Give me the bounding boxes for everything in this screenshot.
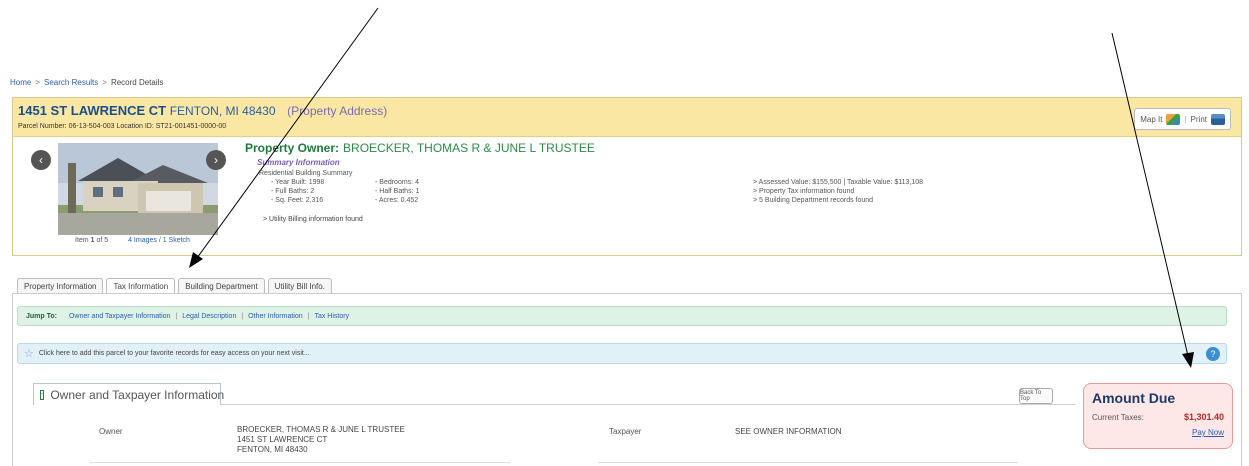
breadcrumb: Home > Search Results > Record Details (10, 78, 163, 87)
star-icon[interactable]: ☆ (24, 347, 34, 360)
print-link[interactable]: Print (1191, 115, 1207, 124)
item-suffix: of 5 (96, 237, 109, 244)
breadcrumb-search-results[interactable]: Search Results (44, 78, 98, 87)
favorite-text[interactable]: Click here to add this parcel to your fa… (39, 350, 310, 357)
map-it-link[interactable]: Map It (1140, 115, 1162, 124)
sq-feet: - Sq. Feet: 2,316 (271, 197, 324, 204)
taxpayer-value: SEE OWNER INFORMATION (735, 427, 842, 436)
record-header: 1451 ST LAWRENCE CT FENTON, MI 48430 (Pr… (13, 98, 1241, 137)
jump-tax-history[interactable]: Tax History (314, 313, 349, 320)
full-baths: - Full Baths: 2 (271, 188, 315, 195)
photo-counter: Item 1 of 5 4 Images / 1 Sketch (75, 237, 190, 244)
section-divider (221, 404, 1076, 405)
row-divider (598, 462, 1018, 463)
map-icon[interactable] (1166, 113, 1181, 125)
owner-name: BROECKER, THOMAS R & JUNE L TRUSTEE (343, 141, 595, 155)
parcel-number: Parcel Number: 06-13-504-003 Location ID… (18, 123, 227, 130)
help-icon[interactable]: ? (1206, 347, 1220, 361)
owner-line: 1451 ST LAWRENCE CT (237, 435, 328, 444)
chevron-left-icon[interactable]: ‹ (31, 150, 51, 170)
assessed-value-link[interactable]: > Assessed Value: $155,500 | Taxable Val… (753, 179, 923, 186)
printer-icon[interactable] (1211, 113, 1225, 125)
jump-legal-description[interactable]: Legal Description (182, 313, 236, 320)
pay-now-link[interactable]: Pay Now (1192, 428, 1224, 437)
owner-label: Owner (99, 427, 123, 436)
map-print-toolbar: Map It | Print (1134, 108, 1231, 130)
item-number: 1 (90, 237, 95, 244)
breadcrumb-home[interactable]: Home (10, 78, 31, 87)
summary-heading: Summary Information (257, 158, 340, 167)
jump-to-bar: Jump To: Owner and Taxpayer Information … (17, 306, 1227, 326)
acres: - Acres: 0.452 (375, 197, 419, 204)
jump-other-information[interactable]: Other Information (248, 313, 302, 320)
owner-label: Property Owner: (245, 141, 340, 155)
building-summary: Residential Building Summary (259, 170, 353, 177)
half-baths: - Half Baths: 1 (375, 188, 420, 195)
record-details-panel: 1451 ST LAWRENCE CT FENTON, MI 48430 (Pr… (12, 97, 1242, 256)
address-note: (Property Address) (287, 104, 388, 118)
breadcrumb-current: Record Details (110, 78, 164, 87)
property-address: 1451 ST LAWRENCE CT FENTON, MI 48430 (Pr… (18, 103, 387, 118)
jump-owner-taxpayer[interactable]: Owner and Taxpayer Information (69, 313, 170, 320)
chevron-right-icon[interactable]: › (206, 150, 226, 170)
section-owner-taxpayer-header[interactable]: - Owner and Taxpayer Information (33, 383, 225, 405)
tax-info-link[interactable]: > Property Tax information found (753, 188, 854, 195)
owner-line: BROECKER, THOMAS R & JUNE L TRUSTEE (237, 425, 405, 434)
taxpayer-label: Taxpayer (609, 427, 642, 436)
jump-separator: | (241, 312, 244, 320)
breadcrumb-separator: > (35, 78, 41, 87)
address-city: FENTON, MI 48430 (169, 104, 276, 118)
jump-label: Jump To: (26, 312, 57, 320)
property-photo[interactable] (58, 143, 218, 235)
property-owner: Property Owner: BROECKER, THOMAS R & JUNE… (245, 141, 595, 155)
current-taxes-value: $1,301.40 (1183, 412, 1224, 422)
utility-billing-link[interactable]: > Utility Billing information found (263, 216, 363, 223)
current-taxes-label: Current Taxes: (1092, 413, 1144, 422)
collapse-toggle-icon[interactable]: - (40, 389, 45, 400)
item-prefix: Item (75, 237, 89, 244)
owner-value: BROECKER, THOMAS R & JUNE L TRUSTEE 1451… (237, 425, 405, 455)
amount-due-box: Amount Due Current Taxes: $1,301.40 Pay … (1083, 383, 1233, 449)
jump-separator: | (307, 312, 310, 320)
address-street: 1451 ST LAWRENCE CT (18, 103, 167, 118)
row-divider (90, 462, 510, 463)
bedrooms: - Bedrooms: 4 (375, 179, 419, 186)
jump-separator: | (175, 312, 178, 320)
year-built: - Year Built: 1998 (271, 179, 325, 186)
images-link[interactable]: 4 Images / 1 Sketch (128, 237, 190, 244)
breadcrumb-separator: > (102, 78, 107, 87)
amount-due-title: Amount Due (1092, 390, 1176, 406)
building-dept-link[interactable]: > 5 Building Department records found (753, 197, 873, 204)
photo-carousel (58, 143, 218, 245)
section-title: Owner and Taxpayer Information (50, 387, 225, 402)
favorite-bar[interactable]: ☆ Click here to add this parcel to your … (17, 343, 1227, 364)
owner-line: FENTON, MI 48430 (237, 445, 308, 454)
back-to-top-button[interactable]: Back To Top (1019, 388, 1053, 404)
